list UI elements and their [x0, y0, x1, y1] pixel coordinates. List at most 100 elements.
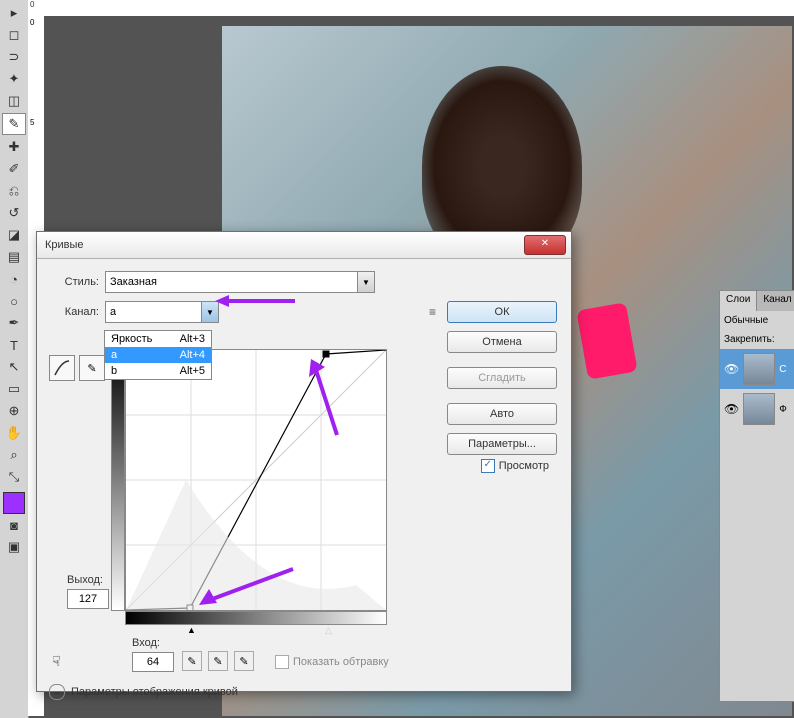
- channel-combo[interactable]: a ▼: [105, 301, 219, 323]
- show-clipping-checkbox[interactable]: Показать обтравку: [275, 655, 389, 669]
- expand-label: Параметры отображения кривой: [71, 686, 238, 698]
- eyedropper-group: ✎ ✎ ✎: [182, 651, 254, 671]
- lasso-tool[interactable]: ⊃: [3, 47, 25, 67]
- dropdown-item-label: a: [111, 349, 117, 361]
- ruler-mark: 0: [30, 0, 34, 9]
- shape-tool[interactable]: ▭: [3, 379, 25, 399]
- layer-name: С: [779, 364, 786, 375]
- tools-panel: ▸ ◻ ⊃ ✦ ◫ ✎ ✚ ✐ ⎌ ↺ ◪ ▤ ◔ ○ ✒ T ↖ ▭ ⊕ ✋ …: [0, 0, 29, 718]
- style-label: Стиль:: [49, 276, 99, 288]
- dropdown-item-shortcut: Alt+4: [180, 349, 205, 361]
- image-content: [576, 302, 637, 380]
- curves-dialog: Кривые ✕ Стиль: Заказная ▼ ≡ Канал: a ▼ …: [36, 231, 572, 692]
- visibility-icon[interactable]: 👁: [724, 402, 739, 416]
- input-label: Вход:: [132, 637, 160, 649]
- crop-tool[interactable]: ◫: [3, 91, 25, 111]
- foreground-color[interactable]: [3, 492, 25, 514]
- output-field[interactable]: 127: [67, 589, 109, 609]
- history-brush-tool[interactable]: ↺: [3, 203, 25, 223]
- eraser-tool[interactable]: ◪: [3, 225, 25, 245]
- tab-channels[interactable]: Канал: [757, 291, 794, 311]
- brush-tool[interactable]: ✐: [3, 159, 25, 179]
- input-field[interactable]: 64: [132, 652, 174, 672]
- lock-row: Закрепить:: [720, 330, 794, 349]
- tab-layers[interactable]: Слои: [720, 291, 757, 311]
- layer-row-active[interactable]: 👁 С: [720, 349, 794, 389]
- dialog-titlebar[interactable]: Кривые ✕: [37, 232, 571, 259]
- dropdown-item-shortcut: Alt+5: [180, 365, 205, 377]
- layer-thumbnail: [743, 353, 775, 385]
- style-value: Заказная: [110, 276, 157, 288]
- style-combo[interactable]: Заказная ▼: [105, 271, 375, 293]
- layer-row-background[interactable]: 👁 Ф: [720, 389, 794, 429]
- dialog-body: Стиль: Заказная ▼ ≡ Канал: a ▼ Яркость A…: [37, 259, 571, 703]
- checkbox-checked-icon: ✓: [481, 459, 495, 473]
- checkbox-icon: [275, 655, 289, 669]
- lock-label: Закрепить:: [724, 334, 775, 345]
- gradient-horizontal: [125, 611, 387, 625]
- preview-checkbox[interactable]: ✓ Просмотр: [481, 459, 549, 473]
- curves-graph[interactable]: [125, 349, 387, 611]
- layers-tabs: Слои Канал: [720, 291, 794, 311]
- move-tool[interactable]: ▸: [3, 3, 25, 23]
- heal-tool[interactable]: ✚: [3, 137, 25, 157]
- dropdown-item-a[interactable]: a Alt+4: [105, 347, 211, 363]
- dropdown-item-b[interactable]: b Alt+5: [105, 363, 211, 379]
- auto-button[interactable]: Авто: [447, 403, 557, 425]
- quickmask-icon[interactable]: ◙: [3, 515, 25, 535]
- eyedropper-tool[interactable]: ✎: [2, 113, 26, 135]
- layer-name: Ф: [779, 404, 787, 415]
- curve-mode-spline[interactable]: [49, 355, 75, 381]
- ruler-mark: 0: [30, 18, 34, 27]
- dialog-title-text: Кривые: [45, 239, 84, 251]
- chevron-down-icon[interactable]: ▼: [357, 272, 374, 292]
- stamp-tool[interactable]: ⎌: [3, 181, 25, 201]
- dodge-tool[interactable]: ○: [3, 291, 25, 311]
- text-tool[interactable]: T: [3, 335, 25, 355]
- ruler-mark: 5: [30, 118, 34, 127]
- params-button[interactable]: Параметры...: [447, 433, 557, 455]
- visibility-icon[interactable]: 👁: [724, 362, 739, 376]
- dropdown-item-shortcut: Alt+3: [180, 333, 205, 345]
- close-button[interactable]: ✕: [524, 235, 566, 255]
- smooth-button[interactable]: Сгладить: [447, 367, 557, 389]
- expand-display-options[interactable]: ⌄ Параметры отображения кривой: [49, 684, 238, 700]
- options-icon[interactable]: ≡: [429, 305, 436, 319]
- pen-tool[interactable]: ✒: [3, 313, 25, 333]
- slider-handle-white[interactable]: △: [325, 625, 332, 636]
- output-label: Выход:: [67, 574, 103, 586]
- blur-tool[interactable]: ◔: [3, 269, 25, 289]
- zoom-tool[interactable]: ⌕: [3, 445, 25, 465]
- layer-thumbnail: [743, 393, 775, 425]
- cancel-button[interactable]: Отмена: [447, 331, 557, 353]
- path-tool[interactable]: ↖: [3, 357, 25, 377]
- eyedropper-white[interactable]: ✎: [234, 651, 254, 671]
- eyedropper-gray[interactable]: ✎: [208, 651, 228, 671]
- color-switch-icon[interactable]: ⤡: [3, 467, 25, 487]
- blend-mode-combo[interactable]: Обычные: [720, 311, 794, 330]
- slider-handle-black[interactable]: ▲: [187, 625, 196, 635]
- dialog-buttons: ОК Отмена Сгладить Авто Параметры...: [447, 301, 557, 455]
- gradient-tool[interactable]: ▤: [3, 247, 25, 267]
- marquee-tool[interactable]: ◻: [3, 25, 25, 45]
- eyedropper-black[interactable]: ✎: [182, 651, 202, 671]
- dropdown-item-label: Яркость: [111, 333, 152, 345]
- layers-panel: Слои Канал Обычные Закрепить: 👁 С 👁 Ф: [719, 290, 794, 702]
- show-clipping-label: Показать обтравку: [293, 656, 389, 668]
- chevron-down-icon[interactable]: ▼: [201, 302, 218, 322]
- ok-button[interactable]: ОК: [447, 301, 557, 323]
- hand-icon[interactable]: ☟: [52, 653, 61, 670]
- channel-value: a: [110, 306, 116, 318]
- preview-label: Просмотр: [499, 460, 549, 472]
- dropdown-item-label: b: [111, 365, 117, 377]
- screenmode-icon[interactable]: ▣: [3, 537, 25, 557]
- hand-tool[interactable]: ✋: [3, 423, 25, 443]
- blend-mode-value: Обычные: [724, 315, 768, 326]
- wand-tool[interactable]: ✦: [3, 69, 25, 89]
- curve-mode-pencil[interactable]: ✎: [79, 355, 105, 381]
- gradient-vertical: [111, 349, 125, 611]
- channel-dropdown: Яркость Alt+3 a Alt+4 b Alt+5: [104, 330, 212, 380]
- notes-tool[interactable]: ⊕: [3, 401, 25, 421]
- ruler-horizontal: 0: [28, 0, 794, 17]
- dropdown-item-brightness[interactable]: Яркость Alt+3: [105, 331, 211, 347]
